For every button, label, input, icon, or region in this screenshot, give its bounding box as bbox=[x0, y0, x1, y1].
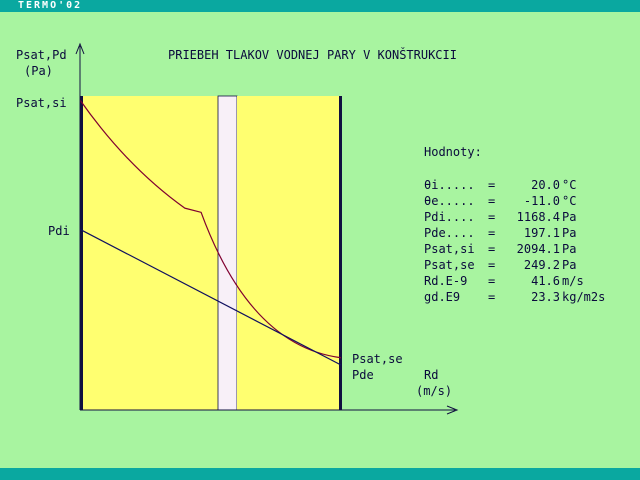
value-key: θi..... bbox=[424, 178, 475, 192]
outer-surface-wall bbox=[339, 96, 342, 410]
values-panel: θi..... = 20.0 °C θe..... = -11.0 °C Pdi.... = 116… bbox=[424, 177, 605, 305]
value-number: 197.1 bbox=[523, 226, 560, 240]
value-unit: Pa bbox=[562, 210, 577, 224]
value-row: θe..... = -11.0 °C bbox=[424, 193, 605, 209]
value-eq: = bbox=[488, 290, 496, 304]
value-row: Pdi.... = 1168.4 Pa bbox=[424, 209, 605, 225]
value-number: 1168.4 bbox=[516, 210, 560, 224]
value-number: 249.2 bbox=[523, 258, 560, 272]
value-unit: °C bbox=[562, 178, 577, 192]
value-row: θi..... = 20.0 °C bbox=[424, 177, 605, 193]
value-unit: kg/m2s bbox=[562, 290, 606, 304]
value-number: 41.6 bbox=[531, 274, 560, 288]
value-eq: = bbox=[488, 258, 496, 272]
value-number: -11.0 bbox=[523, 194, 560, 208]
value-unit: Pa bbox=[562, 226, 577, 240]
values-heading: Hodnoty: bbox=[424, 145, 482, 159]
value-eq: = bbox=[488, 242, 496, 256]
value-key: Psat,se bbox=[424, 258, 475, 272]
layer-2 bbox=[217, 95, 238, 411]
value-row: Rd.E-9 = 41.6 m/s bbox=[424, 273, 605, 289]
value-number: 2094.1 bbox=[516, 242, 560, 256]
value-eq: = bbox=[488, 226, 496, 240]
value-row: Pde.... = 197.1 Pa bbox=[424, 225, 605, 241]
value-eq: = bbox=[488, 194, 496, 208]
value-unit: Pa bbox=[562, 258, 577, 272]
layer-1 bbox=[83, 96, 218, 410]
layer-3 bbox=[237, 96, 339, 410]
value-row: Psat,se = 249.2 Pa bbox=[424, 257, 605, 273]
value-key: Pde.... bbox=[424, 226, 475, 240]
value-eq: = bbox=[488, 210, 496, 224]
bottom-bar bbox=[0, 468, 640, 480]
value-key: Rd.E-9 bbox=[424, 274, 468, 288]
value-row: gd.E9 = 23.3 kg/m2s bbox=[424, 289, 605, 305]
value-unit: °C bbox=[562, 194, 577, 208]
value-key: gd.E9 bbox=[424, 290, 461, 304]
value-eq: = bbox=[488, 178, 496, 192]
value-unit: m/s bbox=[562, 274, 584, 288]
value-eq: = bbox=[488, 274, 496, 288]
value-key: Pdi.... bbox=[424, 210, 475, 224]
value-number: 23.3 bbox=[531, 290, 560, 304]
value-key: Psat,si bbox=[424, 242, 475, 256]
value-unit: Pa bbox=[562, 242, 577, 256]
value-row: Psat,si = 2094.1 Pa bbox=[424, 241, 605, 257]
layer-group bbox=[83, 95, 339, 411]
value-number: 20.0 bbox=[531, 178, 560, 192]
value-key: θe..... bbox=[424, 194, 475, 208]
